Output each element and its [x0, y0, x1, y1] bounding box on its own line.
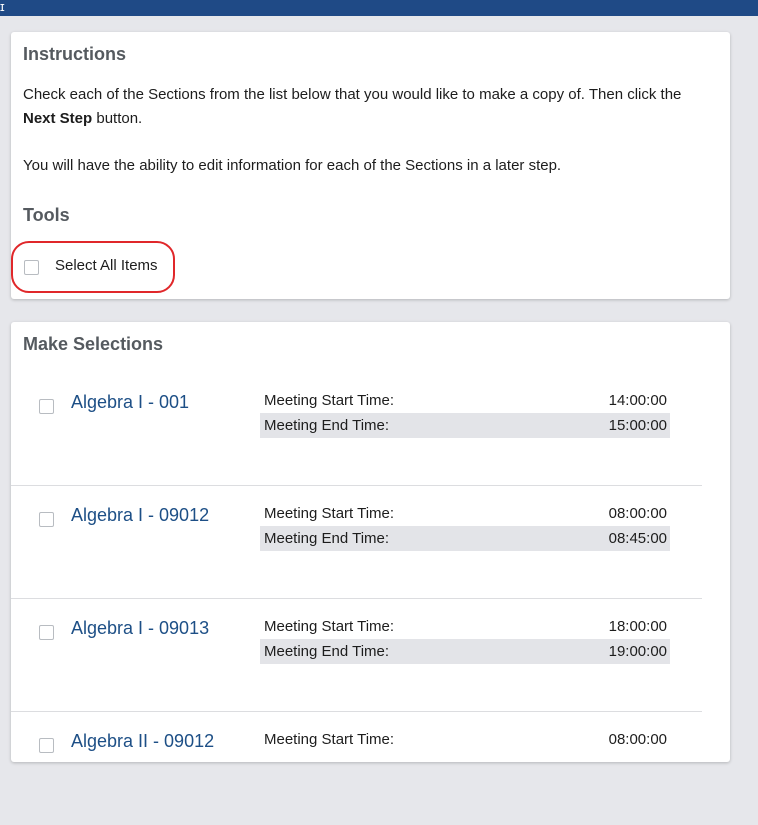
meeting-start-row: Meeting Start Time: 18:00:00 — [260, 614, 670, 639]
meeting-start-label: Meeting Start Time: — [264, 618, 395, 635]
select-all-checkbox[interactable] — [24, 260, 39, 275]
meeting-start-label: Meeting Start Time: — [264, 731, 395, 748]
header-title-fragment: ɪ — [0, 0, 5, 14]
meeting-start-value: 08:00:00 — [608, 731, 667, 748]
section-checkbox[interactable] — [39, 399, 54, 414]
section-link[interactable]: Algebra I - 001 — [71, 392, 189, 413]
top-header-bar: ɪ — [0, 0, 758, 16]
instructions-paragraph-2: You will have the ability to edit inform… — [23, 157, 562, 174]
meeting-end-row: Meeting End Time: 15:00:00 — [260, 413, 670, 438]
select-all-highlight: Select All Items — [11, 241, 175, 293]
section-link[interactable]: Algebra II - 09012 — [71, 731, 214, 752]
meeting-end-row: Meeting End Time: 08:45:00 — [260, 526, 670, 551]
instructions-text-part-1: Check each of the Sections from the list… — [23, 86, 682, 103]
select-all-label[interactable]: Select All Items — [55, 257, 158, 274]
instructions-heading: Instructions — [23, 44, 127, 64]
meeting-end-value: 15:00:00 — [608, 417, 667, 434]
section-row: Algebra I - 09012 Meeting Start Time: 08… — [11, 486, 702, 599]
instructions-text-part-2: button. — [92, 110, 143, 127]
meeting-start-value: 18:00:00 — [608, 618, 667, 635]
meeting-start-label: Meeting Start Time: — [264, 392, 395, 409]
tools-heading: Tools — [23, 205, 70, 225]
meeting-start-row: Meeting Start Time: 14:00:00 — [260, 388, 670, 413]
instructions-paragraph-1: Check each of the Sections from the list… — [23, 83, 718, 131]
section-row: Algebra I - 09013 Meeting Start Time: 18… — [11, 599, 702, 712]
section-checkbox[interactable] — [39, 512, 54, 527]
meeting-end-value: 08:45:00 — [608, 530, 667, 547]
meeting-times: Meeting Start Time: 14:00:00 Meeting End… — [260, 388, 670, 438]
meeting-start-row: Meeting Start Time: 08:00:00 — [260, 727, 670, 752]
meeting-start-value: 14:00:00 — [608, 392, 667, 409]
meeting-start-value: 08:00:00 — [608, 505, 667, 522]
section-link[interactable]: Algebra I - 09013 — [71, 618, 209, 639]
meeting-start-row: Meeting Start Time: 08:00:00 — [260, 501, 670, 526]
meeting-end-value: 19:00:00 — [608, 643, 667, 660]
meeting-end-label: Meeting End Time: — [264, 530, 390, 547]
make-selections-card: Make Selections Algebra I - 001 Meeting … — [11, 322, 730, 762]
meeting-times: Meeting Start Time: 18:00:00 Meeting End… — [260, 614, 670, 664]
instructions-card: Instructions Check each of the Sections … — [11, 32, 730, 299]
section-checkbox[interactable] — [39, 625, 54, 640]
section-row: Algebra II - 09012 Meeting Start Time: 0… — [11, 712, 702, 825]
meeting-end-label: Meeting End Time: — [264, 643, 390, 660]
meeting-times: Meeting Start Time: 08:00:00 — [260, 727, 670, 752]
meeting-end-label: Meeting End Time: — [264, 417, 390, 434]
meeting-times: Meeting Start Time: 08:00:00 Meeting End… — [260, 501, 670, 551]
make-selections-heading: Make Selections — [23, 334, 164, 354]
section-checkbox[interactable] — [39, 738, 54, 753]
section-link[interactable]: Algebra I - 09012 — [71, 505, 209, 526]
next-step-emphasis: Next Step — [23, 110, 93, 127]
meeting-end-row: Meeting End Time: 19:00:00 — [260, 639, 670, 664]
meeting-start-label: Meeting Start Time: — [264, 505, 395, 522]
section-row: Algebra I - 001 Meeting Start Time: 14:0… — [11, 373, 702, 486]
